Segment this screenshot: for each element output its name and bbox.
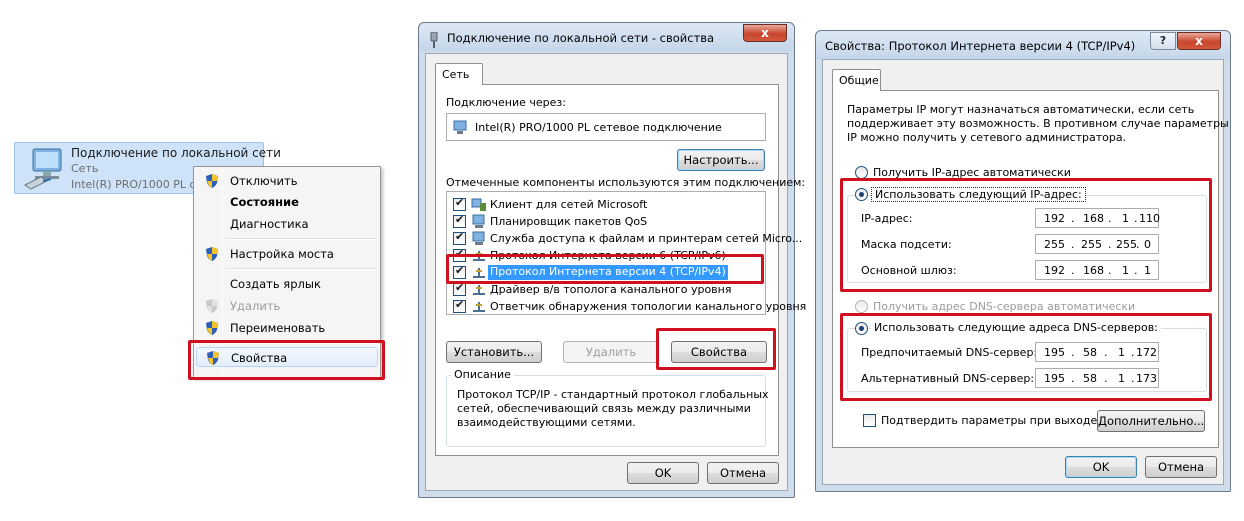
component-label: Планировщик пакетов QoS bbox=[490, 215, 648, 228]
network-adapter-icon bbox=[453, 120, 467, 134]
component-label: Клиент для сетей Microsoft bbox=[490, 198, 648, 211]
component-checkbox[interactable] bbox=[453, 298, 466, 313]
network-service-icon bbox=[472, 231, 485, 245]
menu-label: Отключить bbox=[230, 174, 298, 188]
menu-separator bbox=[226, 268, 376, 270]
description-line: сетей, обеспечивающий связь между различ… bbox=[457, 402, 751, 415]
help-button[interactable]: ? bbox=[1150, 32, 1176, 50]
uac-shield-icon bbox=[206, 321, 218, 335]
component-checkbox[interactable] bbox=[453, 213, 466, 228]
menu-item-delete[interactable]: Удалить bbox=[196, 296, 378, 316]
menu-item-status[interactable]: Состояние bbox=[196, 192, 378, 212]
menu-item-rename[interactable]: Переименовать bbox=[196, 318, 378, 338]
adapter-field: Intel(R) PRO/1000 PL сетевое подключение bbox=[446, 113, 766, 141]
highlight-menu-properties bbox=[188, 340, 385, 380]
menu-label: Диагностика bbox=[230, 217, 309, 231]
validate-on-exit-label: Подтвердить параметры при выходе bbox=[881, 414, 1098, 427]
tab-network[interactable]: Сеть bbox=[435, 63, 483, 85]
auto-dns-radio[interactable] bbox=[855, 300, 868, 313]
highlight-ipv4-component bbox=[446, 254, 764, 284]
close-button[interactable]: x bbox=[743, 24, 787, 42]
intro-line: IP можно получить у сетевого администрат… bbox=[847, 131, 1127, 144]
network-cable-icon bbox=[430, 32, 438, 48]
components-list: Клиент для сетей Microsoft Планировщик п… bbox=[446, 191, 806, 315]
connection-name: Подключение по локальной сети bbox=[71, 146, 281, 160]
dialog-title: Свойства: Протокол Интернета версии 4 (T… bbox=[825, 39, 1136, 53]
component-checkbox[interactable] bbox=[453, 196, 466, 211]
menu-label: Создать ярлык bbox=[230, 277, 321, 291]
intro-line: поддерживает эту возможность. В противно… bbox=[847, 117, 1229, 130]
ok-button[interactable]: OK bbox=[1065, 456, 1137, 478]
menu-label: Состояние bbox=[230, 195, 299, 209]
menu-label: Удалить bbox=[230, 299, 281, 313]
connection-adapter: Intel(R) PRO/1000 PL се bbox=[71, 178, 203, 191]
component-checkbox[interactable] bbox=[453, 230, 466, 245]
highlight-dns-settings bbox=[840, 313, 1212, 401]
list-item[interactable]: Клиент для сетей Microsoft bbox=[451, 196, 771, 213]
uac-shield-icon bbox=[206, 174, 218, 188]
network-client-icon bbox=[471, 198, 486, 211]
menu-item-create-shortcut[interactable]: Создать ярлык bbox=[196, 274, 378, 294]
list-item[interactable]: Служба доступа к файлам и принтерам сете… bbox=[451, 230, 802, 247]
auto-dns-label: Получить адрес DNS-сервера автоматически bbox=[873, 300, 1136, 313]
validate-on-exit-checkbox[interactable] bbox=[863, 414, 876, 427]
description-line: Протокол TCP/IP - стандартный протокол г… bbox=[457, 388, 769, 401]
component-label: Ответчик обнаружения топологии канальног… bbox=[490, 300, 807, 313]
highlight-properties-button bbox=[656, 328, 776, 370]
components-label: Отмеченные компоненты используются этим … bbox=[446, 176, 806, 189]
menu-item-diagnostics[interactable]: Диагностика bbox=[196, 214, 378, 234]
menu-item-disable[interactable]: Отключить bbox=[196, 171, 378, 191]
adapter-name: Intel(R) PRO/1000 PL сетевое подключение bbox=[475, 121, 722, 134]
component-label: Драйвер в/в тополога канального уровня bbox=[490, 283, 732, 296]
network-service-icon bbox=[472, 214, 485, 228]
advanced-button[interactable]: Дополнительно... bbox=[1097, 410, 1205, 432]
cancel-button[interactable]: Отмена bbox=[707, 462, 779, 484]
connection-network: Сеть bbox=[71, 162, 99, 175]
cancel-button[interactable]: Отмена bbox=[1145, 456, 1217, 478]
close-button[interactable]: x bbox=[1177, 32, 1221, 50]
protocol-icon bbox=[473, 285, 485, 295]
configure-button[interactable]: Настроить... bbox=[677, 149, 765, 171]
network-adapter-icon bbox=[24, 148, 62, 190]
protocol-icon bbox=[473, 302, 485, 312]
dialog-title: Подключение по локальной сети - свойства bbox=[447, 31, 715, 45]
manual-ip-radio[interactable] bbox=[855, 188, 868, 201]
description-line: взаимодействующими сетями. bbox=[457, 416, 636, 429]
tab-general[interactable]: Общие bbox=[832, 69, 881, 91]
uac-shield-icon bbox=[206, 299, 218, 313]
component-label: Служба доступа к файлам и принтерам сете… bbox=[490, 232, 803, 245]
connect-via-label: Подключение через: bbox=[446, 96, 566, 109]
component-checkbox[interactable] bbox=[453, 281, 466, 296]
list-item[interactable]: Ответчик обнаружения топологии канальног… bbox=[451, 298, 806, 315]
uninstall-button[interactable]: Удалить bbox=[563, 341, 659, 363]
menu-separator bbox=[226, 238, 376, 240]
manual-dns-radio[interactable] bbox=[855, 322, 868, 335]
menu-label: Переименовать bbox=[230, 321, 326, 335]
highlight-ip-settings bbox=[840, 178, 1212, 292]
menu-label: Настройка моста bbox=[230, 247, 334, 261]
install-button[interactable]: Установить... bbox=[446, 341, 542, 363]
intro-line: Параметры IP могут назначаться автоматич… bbox=[847, 103, 1195, 116]
description-title: Описание bbox=[451, 368, 514, 381]
menu-item-bridge[interactable]: Настройка моста bbox=[196, 244, 378, 264]
ok-button[interactable]: OK bbox=[627, 462, 699, 484]
list-item[interactable]: Планировщик пакетов QoS bbox=[451, 213, 771, 230]
uac-shield-icon bbox=[206, 247, 218, 261]
